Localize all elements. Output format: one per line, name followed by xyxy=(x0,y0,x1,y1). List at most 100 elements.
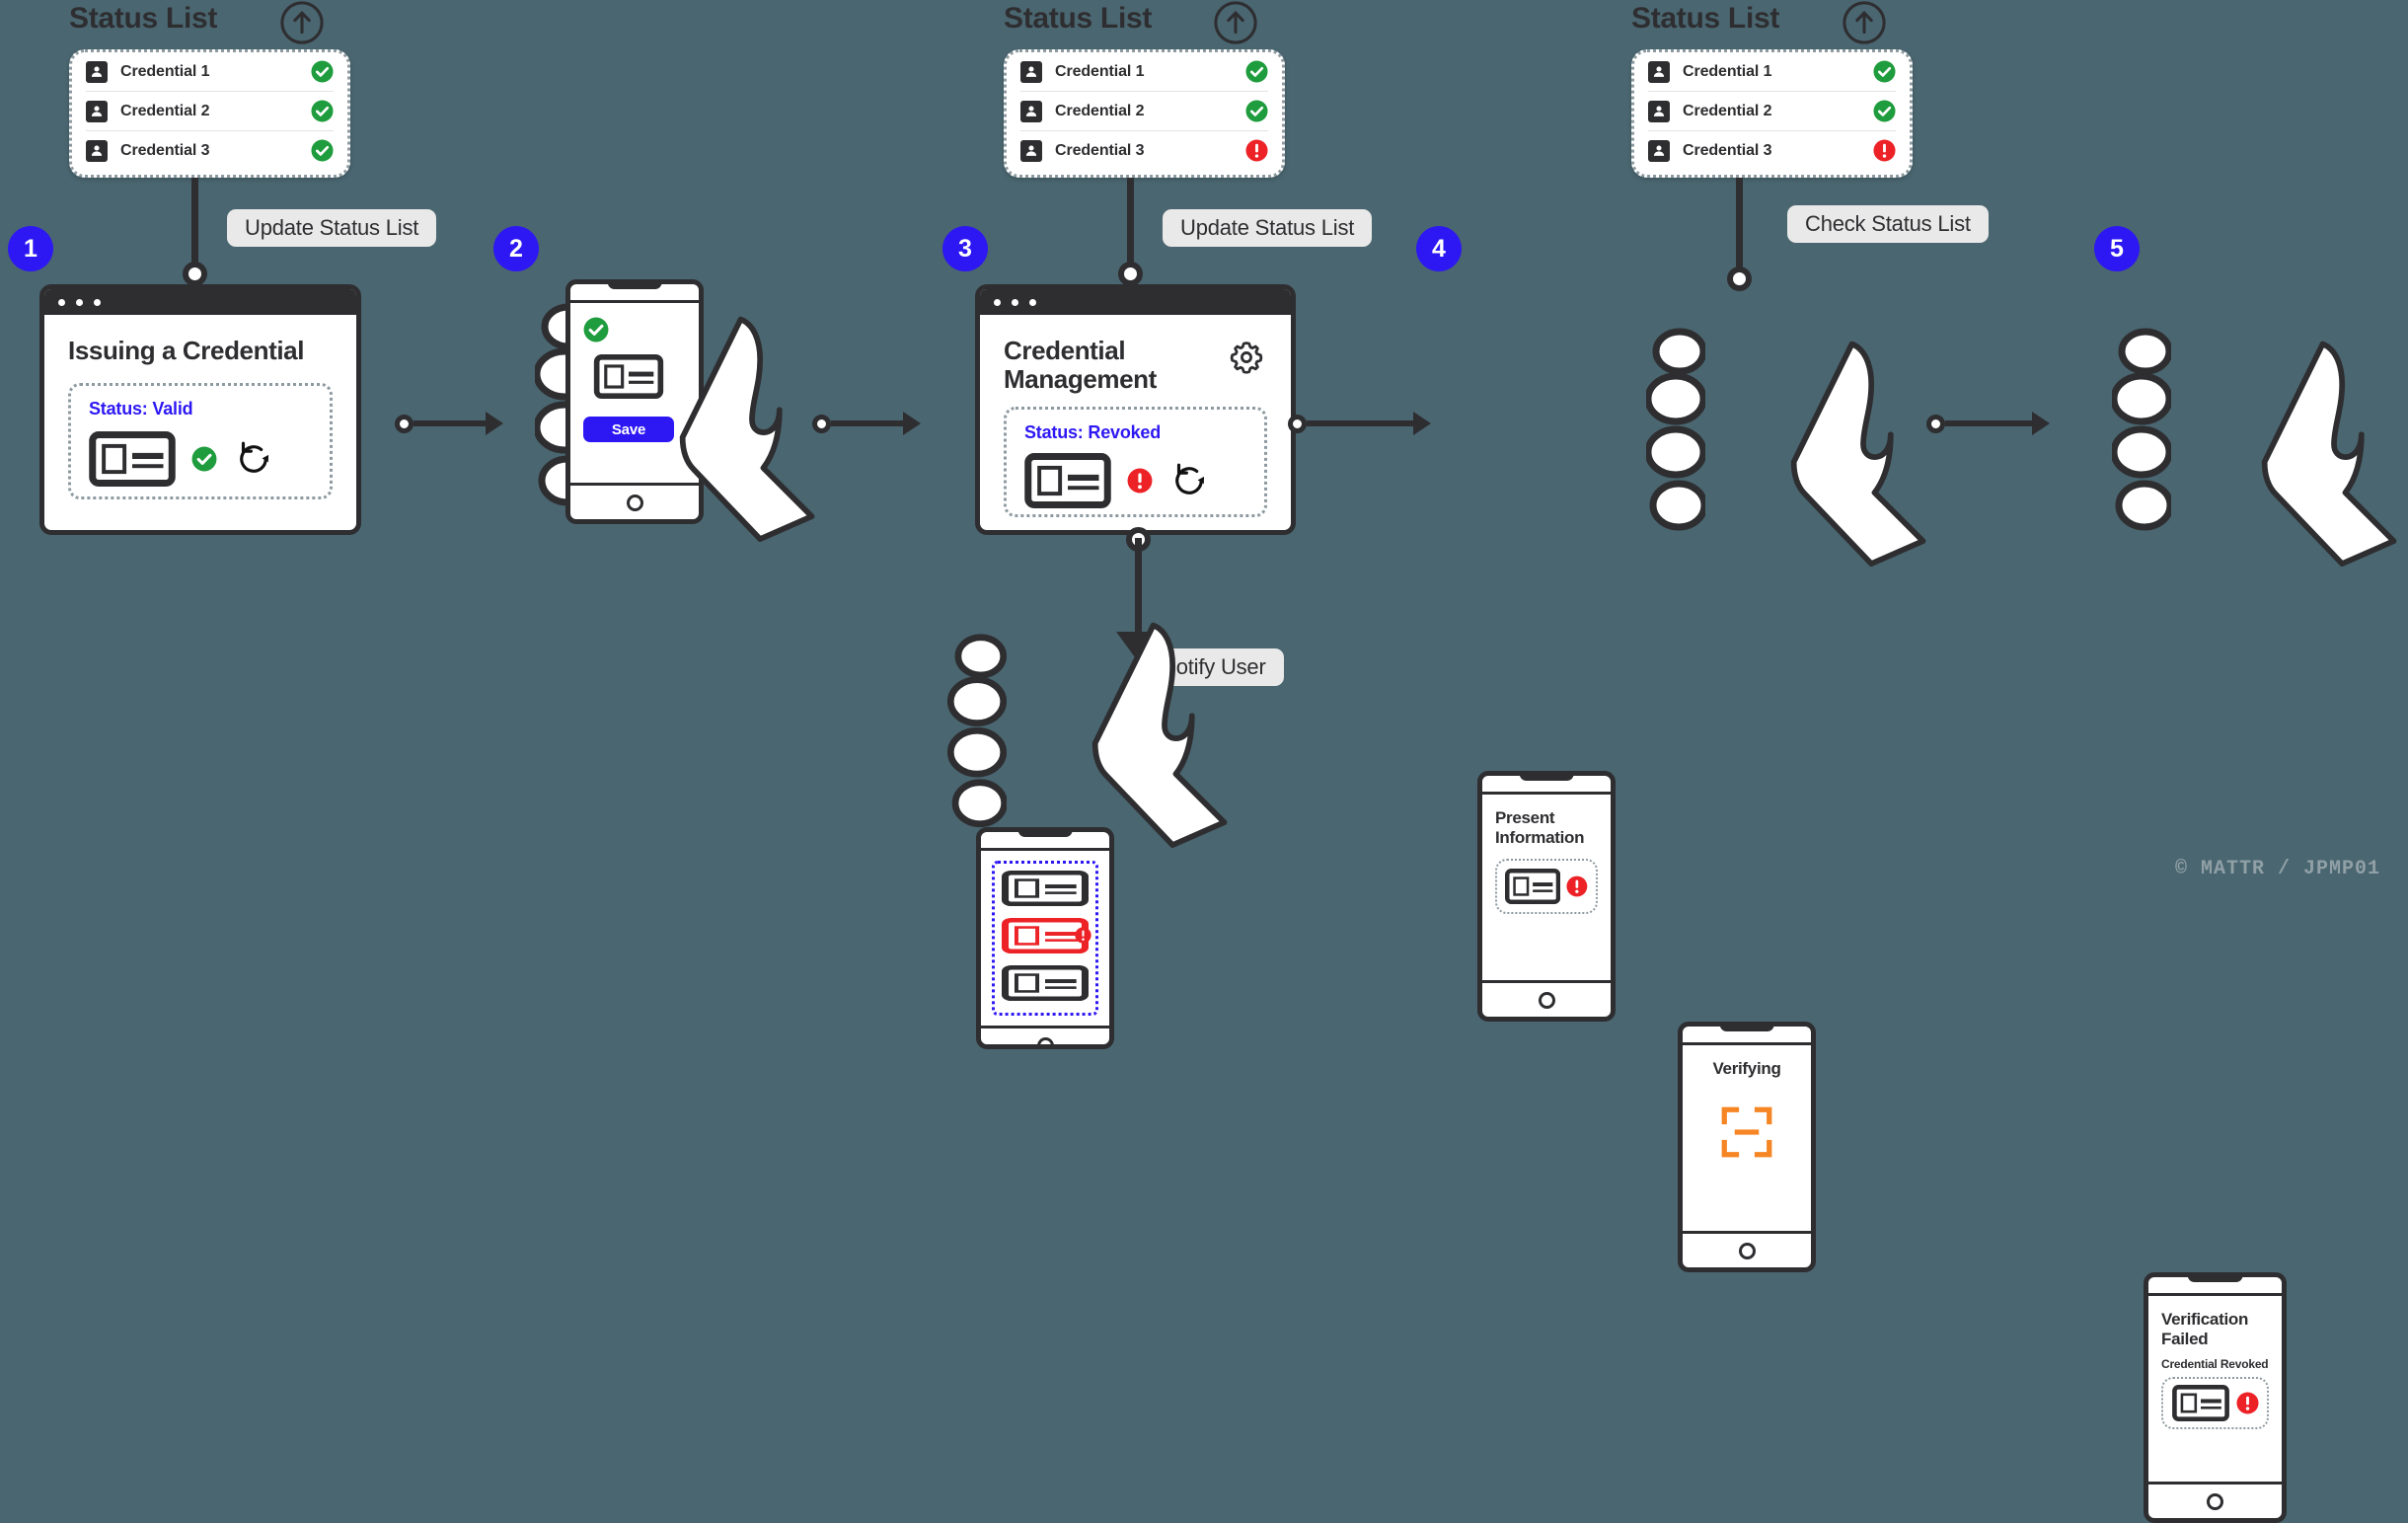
list-item[interactable] xyxy=(1002,871,1089,911)
phone-notch xyxy=(2187,1277,2243,1282)
verifying-phone: Verifying xyxy=(1678,1022,1816,1272)
home-button-icon[interactable] xyxy=(626,494,643,511)
check-circle-icon xyxy=(311,100,334,122)
person-badge-icon xyxy=(1020,139,1042,162)
home-button-icon[interactable] xyxy=(1738,1242,1756,1259)
upload-circle-icon[interactable] xyxy=(1213,0,1258,45)
window-body: Issuing a Credential Status: Valid xyxy=(44,315,356,530)
refresh-icon[interactable] xyxy=(233,438,274,480)
step-badge-3: 3 xyxy=(942,226,988,271)
upload-circle-icon[interactable] xyxy=(1842,0,1887,45)
phone-title: Present Information xyxy=(1495,808,1585,847)
phone-bottom-bar xyxy=(981,1026,1109,1044)
status-list-1: Credential 1 Credential 2 Credential 3 xyxy=(69,49,350,178)
status-list-3-title: Status List xyxy=(1631,2,1780,35)
refresh-icon[interactable] xyxy=(1168,460,1210,501)
phone-notch xyxy=(1519,776,1574,781)
status-list-row: Credential 3 xyxy=(86,131,334,170)
credential-card-icon xyxy=(1002,871,1089,906)
flow-arrow-3-4 xyxy=(1288,412,1431,435)
alert-circle-icon xyxy=(1245,139,1268,162)
person-badge-icon xyxy=(1648,100,1670,122)
arrow-start-dot xyxy=(1288,414,1307,433)
status-list-row: Credential 3 xyxy=(1648,131,1896,170)
person-badge-icon xyxy=(86,100,108,122)
arrow-head xyxy=(2032,412,2050,435)
credential-card-icon xyxy=(89,431,176,487)
gear-icon[interactable] xyxy=(1226,337,1267,378)
arrow-line xyxy=(1307,420,1414,426)
save-button[interactable]: Save xyxy=(583,417,674,442)
connector-node xyxy=(1118,262,1143,286)
status-list-row: Credential 2 xyxy=(1648,92,1896,131)
person-badge-icon xyxy=(1648,139,1670,162)
credential-status-box xyxy=(1495,859,1598,915)
chip-check-status-list: Check Status List xyxy=(1787,205,1989,243)
status-list-row: Credential 1 xyxy=(86,52,334,92)
status-list-row: Credential 1 xyxy=(1020,52,1268,92)
present-information-phone: Present Information xyxy=(1477,771,1616,1022)
arrow-start-dot xyxy=(395,414,414,433)
window-dot xyxy=(76,298,83,306)
step-badge-2: 2 xyxy=(493,226,539,271)
arrow-line xyxy=(831,420,904,426)
window-dot xyxy=(1029,298,1036,306)
phone-screen: Verification Failed Credential Revoked xyxy=(2148,1296,2282,1482)
phone-screen xyxy=(981,851,1109,1026)
list-item[interactable] xyxy=(1002,918,1089,958)
status-list-3: Credential 1 Credential 2 Credential 3 xyxy=(1631,49,1913,178)
hand-fingers-icon xyxy=(2112,326,2171,543)
phone-notch xyxy=(1719,1027,1774,1031)
connector-pipe xyxy=(191,178,198,272)
check-circle-icon xyxy=(583,317,609,343)
page-title: Issuing a Credential xyxy=(68,336,305,365)
check-circle-icon xyxy=(1873,100,1896,122)
home-button-icon[interactable] xyxy=(2207,1492,2223,1510)
phone-top-bar xyxy=(1482,776,1611,795)
credential-status-box: Status: Revoked xyxy=(1004,406,1267,517)
home-button-icon[interactable] xyxy=(1538,991,1555,1009)
phone-bottom-bar xyxy=(1683,1231,1811,1267)
status-list-1-title: Status List xyxy=(69,2,218,35)
check-circle-icon xyxy=(311,60,334,83)
alert-circle-icon xyxy=(1566,875,1588,898)
credential-card-icon xyxy=(1505,868,1560,905)
connector-node xyxy=(183,262,207,286)
window-dot xyxy=(994,298,1001,306)
person-badge-icon xyxy=(1648,60,1670,83)
chip-update-status-list-1: Update Status List xyxy=(227,209,437,247)
window-titlebar xyxy=(44,289,356,315)
upload-circle-icon[interactable] xyxy=(279,0,325,45)
hand-icon xyxy=(1076,602,1253,849)
issuing-credential-window: Issuing a Credential Status: Valid xyxy=(39,284,361,535)
credential-status-box: Status: Valid xyxy=(68,383,333,500)
check-circle-icon xyxy=(311,139,334,162)
phone-notch xyxy=(1017,832,1073,837)
phone-top-bar xyxy=(1683,1027,1811,1045)
list-item[interactable] xyxy=(1002,965,1089,1006)
credential-list xyxy=(992,861,1098,1016)
credential-status-box xyxy=(2161,1377,2269,1430)
status-label: Status: Valid xyxy=(89,399,193,419)
scan-frame-icon xyxy=(1719,1104,1774,1160)
arrow-start-dot xyxy=(812,414,831,433)
person-badge-icon xyxy=(86,60,108,83)
phone-bottom-bar xyxy=(2148,1482,2282,1518)
alert-circle-icon xyxy=(1127,468,1153,494)
home-button-icon[interactable] xyxy=(1036,1036,1054,1044)
arrow-line xyxy=(414,420,487,426)
step-badge-4: 4 xyxy=(1416,226,1462,271)
flow-arrow-1-2 xyxy=(395,412,503,435)
check-circle-icon xyxy=(1245,60,1268,83)
phone-notch xyxy=(607,284,662,289)
credential-management-window: Credential Management Status: Revoked xyxy=(975,284,1296,535)
connector-pipe xyxy=(1127,178,1134,272)
alert-circle-icon xyxy=(1075,927,1091,944)
credential-card-icon xyxy=(2171,1385,2230,1421)
arrow-head xyxy=(1413,412,1431,435)
hand-icon xyxy=(1774,321,1952,568)
page-title: Credential Management xyxy=(1004,336,1157,395)
window-dot xyxy=(94,298,101,306)
window-dot xyxy=(58,298,65,306)
window-dot xyxy=(1012,298,1018,306)
